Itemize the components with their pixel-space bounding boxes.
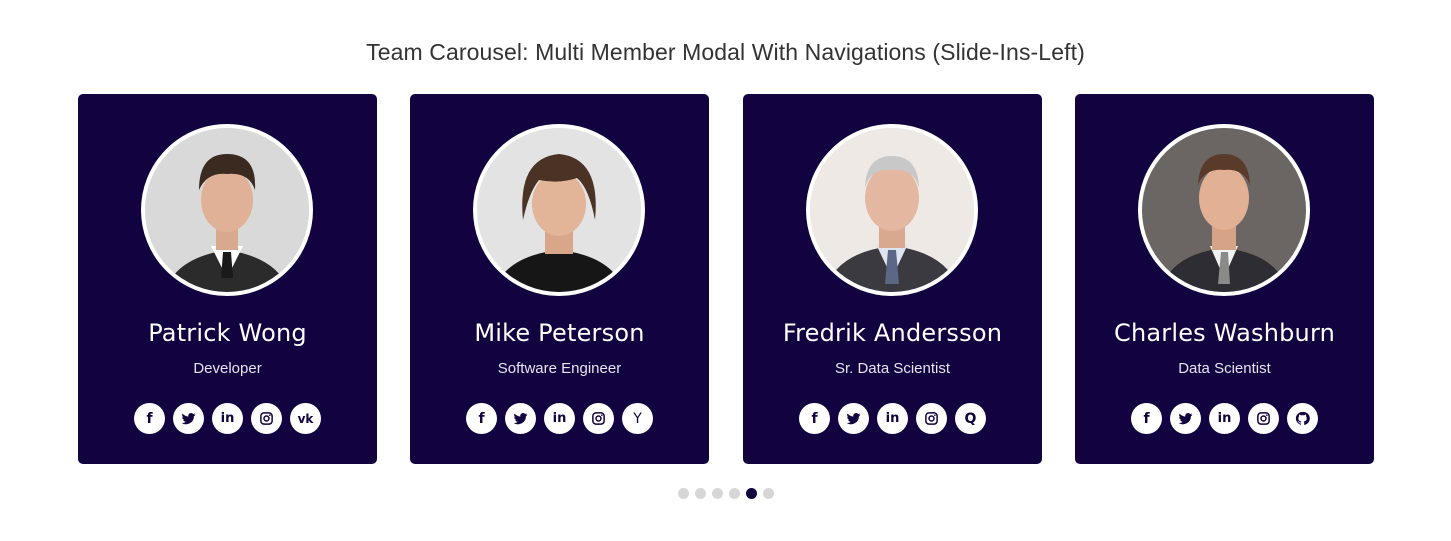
facebook-icon[interactable]: f <box>134 403 165 434</box>
pagination-dot[interactable] <box>678 488 689 499</box>
team-card-fredrik-andersson[interactable]: Fredrik Andersson Sr. Data Scientist f i… <box>743 94 1042 464</box>
page-title: Team Carousel: Multi Member Modal With N… <box>366 39 1085 65</box>
member-role: Data Scientist <box>1178 360 1271 377</box>
pagination-dot[interactable] <box>695 488 706 499</box>
social-links: f in vk <box>78 403 377 435</box>
linkedin-icon[interactable]: in <box>1209 403 1240 434</box>
member-name: Fredrik Andersson <box>782 319 1003 347</box>
member-name: Charles Washburn <box>1113 319 1336 347</box>
facebook-icon[interactable]: f <box>466 403 497 434</box>
twitter-icon[interactable] <box>838 403 869 434</box>
instagram-icon[interactable] <box>251 403 282 434</box>
avatar <box>1138 124 1310 296</box>
team-card-charles-washburn[interactable]: Charles Washburn Data Scientist f in <box>1075 94 1374 464</box>
instagram-icon[interactable] <box>1248 403 1279 434</box>
quora-icon[interactable]: Q <box>955 403 986 434</box>
member-role: Sr. Data Scientist <box>834 360 951 377</box>
pagination-dot[interactable] <box>729 488 740 499</box>
linkedin-icon[interactable]: in <box>544 403 575 434</box>
twitter-icon[interactable] <box>173 403 204 434</box>
avatar <box>473 124 645 296</box>
avatar <box>141 124 313 296</box>
team-carousel[interactable]: Patrick Wong Developer f in vk Mike Pete… <box>78 94 1374 464</box>
person-photo-icon <box>810 128 974 292</box>
pagination-dot-active[interactable] <box>746 488 757 499</box>
social-links: f in Q <box>743 403 1042 435</box>
twitter-icon[interactable] <box>1170 403 1201 434</box>
pagination-dot[interactable] <box>712 488 723 499</box>
linkedin-icon[interactable]: in <box>212 403 243 434</box>
twitter-icon[interactable] <box>505 403 536 434</box>
vk-icon[interactable]: vk <box>290 403 321 434</box>
facebook-icon[interactable]: f <box>799 403 830 434</box>
team-card-mike-peterson[interactable]: Mike Peterson Software Engineer f in Y <box>410 94 709 464</box>
member-role: Developer <box>193 360 262 377</box>
instagram-icon[interactable] <box>916 403 947 434</box>
person-photo-icon <box>145 128 309 292</box>
member-name: Mike Peterson <box>474 319 645 347</box>
social-links: f in <box>1075 403 1374 435</box>
carousel-pagination <box>678 488 774 499</box>
social-links: f in Y <box>410 403 709 435</box>
github-icon[interactable] <box>1287 403 1318 434</box>
avatar <box>806 124 978 296</box>
person-photo-icon <box>1142 128 1306 292</box>
member-name: Patrick Wong <box>148 319 307 347</box>
pagination-dot[interactable] <box>763 488 774 499</box>
linkedin-icon[interactable]: in <box>877 403 908 434</box>
person-photo-icon <box>477 128 641 292</box>
ycombinator-icon[interactable]: Y <box>622 403 653 434</box>
instagram-icon[interactable] <box>583 403 614 434</box>
member-role: Software Engineer <box>497 360 622 377</box>
facebook-icon[interactable]: f <box>1131 403 1162 434</box>
team-card-patrick-wong[interactable]: Patrick Wong Developer f in vk <box>78 94 377 464</box>
